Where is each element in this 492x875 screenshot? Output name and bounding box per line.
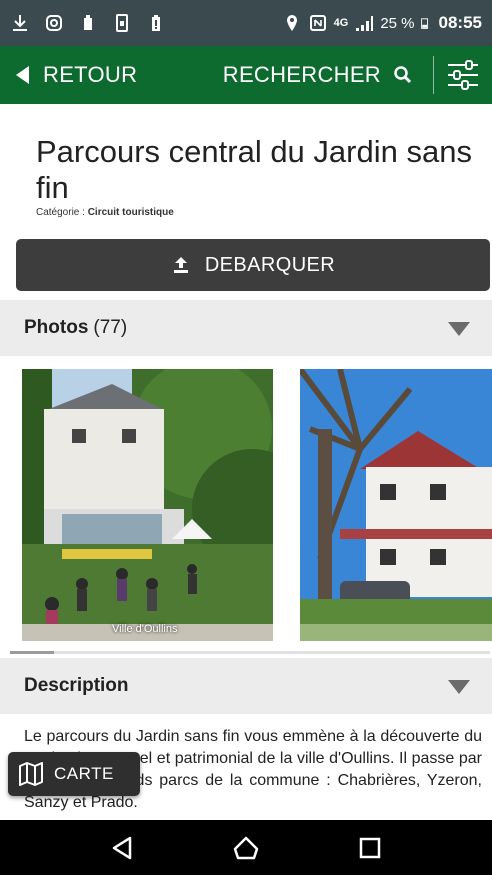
signal-icon	[356, 16, 374, 31]
status-bar: 4G 25 % 08:55	[0, 0, 492, 46]
back-button[interactable]: RETOUR	[0, 62, 137, 88]
search-icon	[394, 66, 412, 84]
home-icon	[233, 836, 259, 859]
nfc-icon	[309, 15, 326, 31]
nav-back-button[interactable]	[102, 828, 142, 868]
map-icon	[19, 762, 43, 786]
photo-thumbnail[interactable]	[300, 369, 492, 641]
photos-label: Photos	[24, 317, 89, 338]
filter-button[interactable]	[434, 46, 492, 104]
nav-recents-button[interactable]	[350, 828, 390, 868]
photo-caption: Ville d'Oullins	[112, 623, 178, 635]
carte-label: CARTE	[54, 764, 114, 783]
photo-scroll-track	[10, 651, 490, 654]
description-label: Description	[24, 675, 129, 696]
upload-icon	[173, 257, 188, 273]
carte-button[interactable]: CARTE	[8, 752, 140, 796]
category-value: Circuit touristique	[87, 207, 174, 218]
chalet-photo	[300, 369, 492, 641]
garden-house-photo	[22, 369, 273, 641]
instagram-icon	[46, 15, 62, 31]
page-title: Parcours central du Jardin sans fin	[36, 134, 472, 205]
battery-percent: 25 %	[380, 14, 415, 32]
nav-home-button[interactable]	[226, 828, 266, 868]
back-arrow-icon	[16, 66, 29, 84]
category-line: Catégorie : Circuit touristique	[36, 207, 174, 218]
network-type: 4G	[333, 17, 349, 29]
location-icon	[286, 15, 297, 31]
debarquer-button[interactable]: DEBARQUER	[16, 239, 490, 291]
sliders-icon	[448, 60, 478, 90]
status-notifications	[10, 13, 166, 33]
status-system: 4G 25 % 08:55	[282, 13, 482, 33]
battery-alert-icon	[152, 15, 160, 31]
clock: 08:55	[438, 13, 482, 32]
charging-icon	[84, 15, 92, 30]
collapse-arrow-icon	[448, 680, 470, 694]
back-triangle-icon	[112, 836, 132, 859]
app-bar: RETOUR RECHERCHER	[0, 46, 492, 104]
collapse-arrow-icon	[448, 322, 470, 336]
system-nav-bar	[0, 820, 492, 875]
detail-content[interactable]: Parcours central du Jardin sans fin Caté…	[0, 104, 492, 820]
sim-icon	[116, 14, 128, 32]
recents-square-icon	[359, 837, 381, 858]
photo-scroll-indicator[interactable]	[10, 651, 54, 654]
search-label: RECHERCHER	[222, 62, 381, 87]
photo-thumbnail[interactable]: Ville d'Oullins	[22, 369, 273, 641]
debarquer-label: DEBARQUER	[204, 253, 336, 276]
description-section-header[interactable]: Description	[0, 658, 492, 714]
download-icon	[13, 15, 27, 31]
photos-count: (77)	[93, 317, 128, 338]
category-label: Catégorie :	[36, 207, 85, 218]
back-label: RETOUR	[43, 62, 138, 87]
battery-icon	[420, 18, 428, 29]
photos-section-header[interactable]: Photos (77)	[0, 300, 492, 356]
search-button[interactable]: RECHERCHER	[223, 62, 433, 88]
